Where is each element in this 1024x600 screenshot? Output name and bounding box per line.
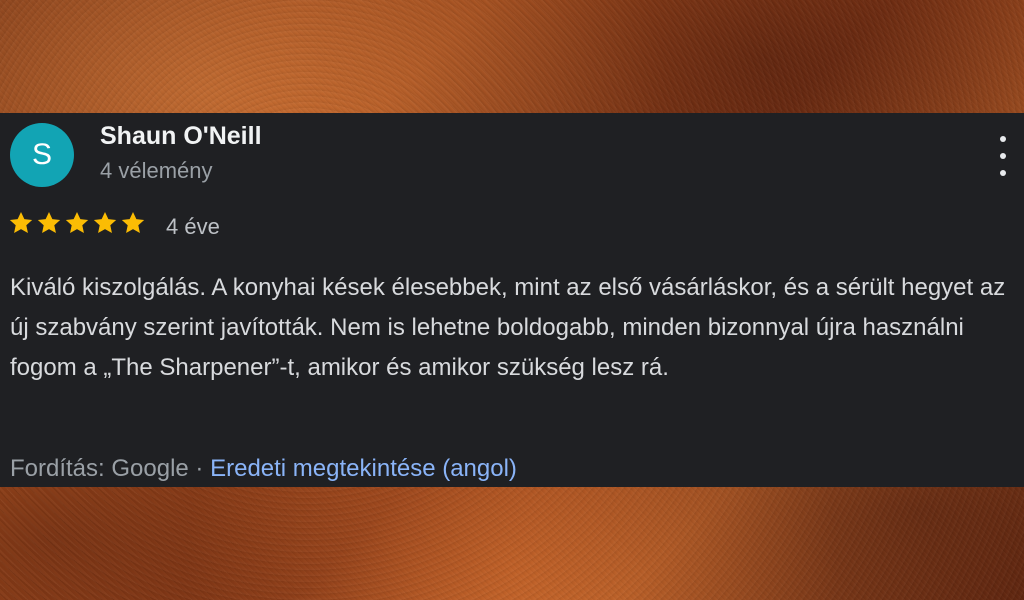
- star-icon: [9, 211, 33, 233]
- star-icon: [65, 211, 89, 233]
- more-vert-icon: [1000, 153, 1006, 159]
- star-rating: [8, 210, 146, 236]
- view-original-link[interactable]: Eredeti megtekintése (angol): [210, 455, 517, 482]
- translation-footer: Fordítás: Google · Eredeti megtekintése …: [10, 455, 517, 483]
- review-age: 4 éve: [166, 214, 220, 239]
- avatar[interactable]: S: [10, 123, 74, 187]
- separator: ·: [188, 455, 211, 482]
- translated-by-label: Fordítás: Google: [10, 455, 189, 482]
- review-text: Kiváló kiszolgálás. A konyhai kések éles…: [10, 274, 1006, 381]
- star-icon: [37, 211, 61, 233]
- star-icon: [93, 211, 117, 233]
- avatar-letter: S: [31, 138, 52, 171]
- star-icon: [121, 211, 145, 233]
- more-options-button[interactable]: [990, 136, 1016, 176]
- more-vert-icon: [1000, 136, 1006, 142]
- more-vert-icon: [1000, 170, 1006, 176]
- reviewer-name[interactable]: Shaun O'Neill: [100, 122, 262, 151]
- review-count[interactable]: 4 vélemény: [100, 158, 213, 184]
